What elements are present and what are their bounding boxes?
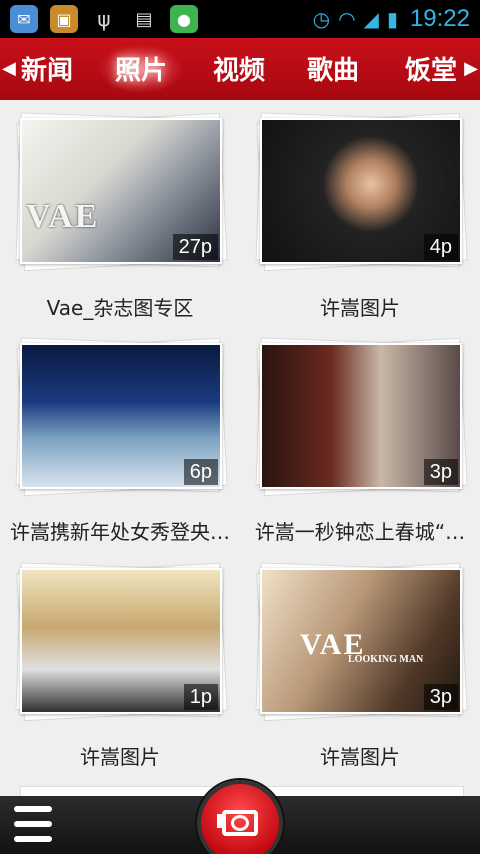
photo-count-badge: 1p — [183, 684, 218, 710]
clock-time: 19:22 — [409, 5, 470, 32]
scroll-right-icon[interactable]: ▶ — [464, 58, 478, 79]
magazine-logo: VAE — [26, 198, 100, 235]
package-icon: ▣ — [50, 5, 78, 33]
photo-count-badge: 3p — [423, 459, 458, 485]
album-thumbnail: VAE 27p — [20, 118, 222, 264]
battery-icon: ▮ — [386, 7, 398, 31]
album-thumbnail: 4p — [260, 118, 462, 264]
android-icon: ▤ — [135, 8, 153, 30]
magazine-subtitle: LOOKING MAN — [348, 654, 424, 665]
tab-news[interactable]: 新闻 — [12, 50, 82, 87]
category-tab-bar: ◀ 新闻 照片 视频 歌曲 饭堂 ▶ — [0, 38, 480, 100]
album-card[interactable]: VAE LOOKING MAN 3p — [255, 562, 468, 722]
wechat-icon: ● — [170, 5, 198, 33]
tab-songs[interactable]: 歌曲 — [298, 50, 368, 87]
album-card[interactable]: 1p — [15, 562, 228, 722]
album-card[interactable]: 6p — [15, 337, 228, 497]
photo-count-badge: 6p — [183, 459, 218, 485]
message-icon: ✉ — [10, 5, 38, 33]
tab-videos[interactable]: 视频 — [204, 50, 274, 87]
album-thumbnail: 1p — [20, 568, 222, 714]
album-card-partial[interactable] — [20, 786, 224, 796]
album-title[interactable]: 许嵩图片 — [240, 741, 480, 770]
album-card[interactable]: 3p — [255, 337, 468, 497]
photo-count-badge: 4p — [423, 234, 458, 260]
photo-count-badge: 27p — [172, 234, 218, 260]
album-title[interactable]: 许嵩一秒钟恋上春城“… — [240, 516, 480, 545]
album-grid: VAE 27p Vae_杂志图专区 4p 许嵩图片 6p 许嵩携新年处女秀登央…… — [0, 100, 480, 796]
signal-icon: ◢ — [363, 7, 379, 31]
album-card[interactable]: 4p — [255, 112, 468, 272]
alarm-icon: ◷ — [312, 7, 331, 31]
album-card[interactable]: VAE 27p — [15, 112, 228, 272]
tab-fan-hall[interactable]: 饭堂 — [396, 50, 466, 87]
status-bar: ✉ ▣ ψ ▤ ● ◷ ◠ ◢ ▮ 19:22 — [0, 0, 480, 38]
album-title[interactable]: 许嵩图片 — [0, 741, 240, 770]
album-thumbnail: 3p — [260, 343, 462, 489]
notification-icons: ✉ ▣ ψ ▤ ● — [10, 5, 198, 33]
album-title[interactable]: 许嵩携新年处女秀登央… — [0, 516, 240, 545]
system-icons: ◷ ◠ ◢ ▮ 19:22 — [313, 0, 470, 38]
album-thumbnail: 6p — [20, 343, 222, 489]
album-title[interactable]: Vae_杂志图专区 — [0, 292, 240, 321]
menu-icon[interactable] — [14, 806, 52, 842]
usb-icon: ψ — [97, 7, 111, 31]
tab-photos[interactable]: 照片 — [106, 50, 176, 87]
photo-count-badge: 3p — [423, 684, 458, 710]
album-thumbnail: VAE LOOKING MAN 3p — [260, 568, 462, 714]
wifi-icon: ◠ — [338, 7, 356, 31]
album-title[interactable]: 许嵩图片 — [240, 292, 480, 321]
album-card-partial[interactable] — [260, 786, 464, 796]
